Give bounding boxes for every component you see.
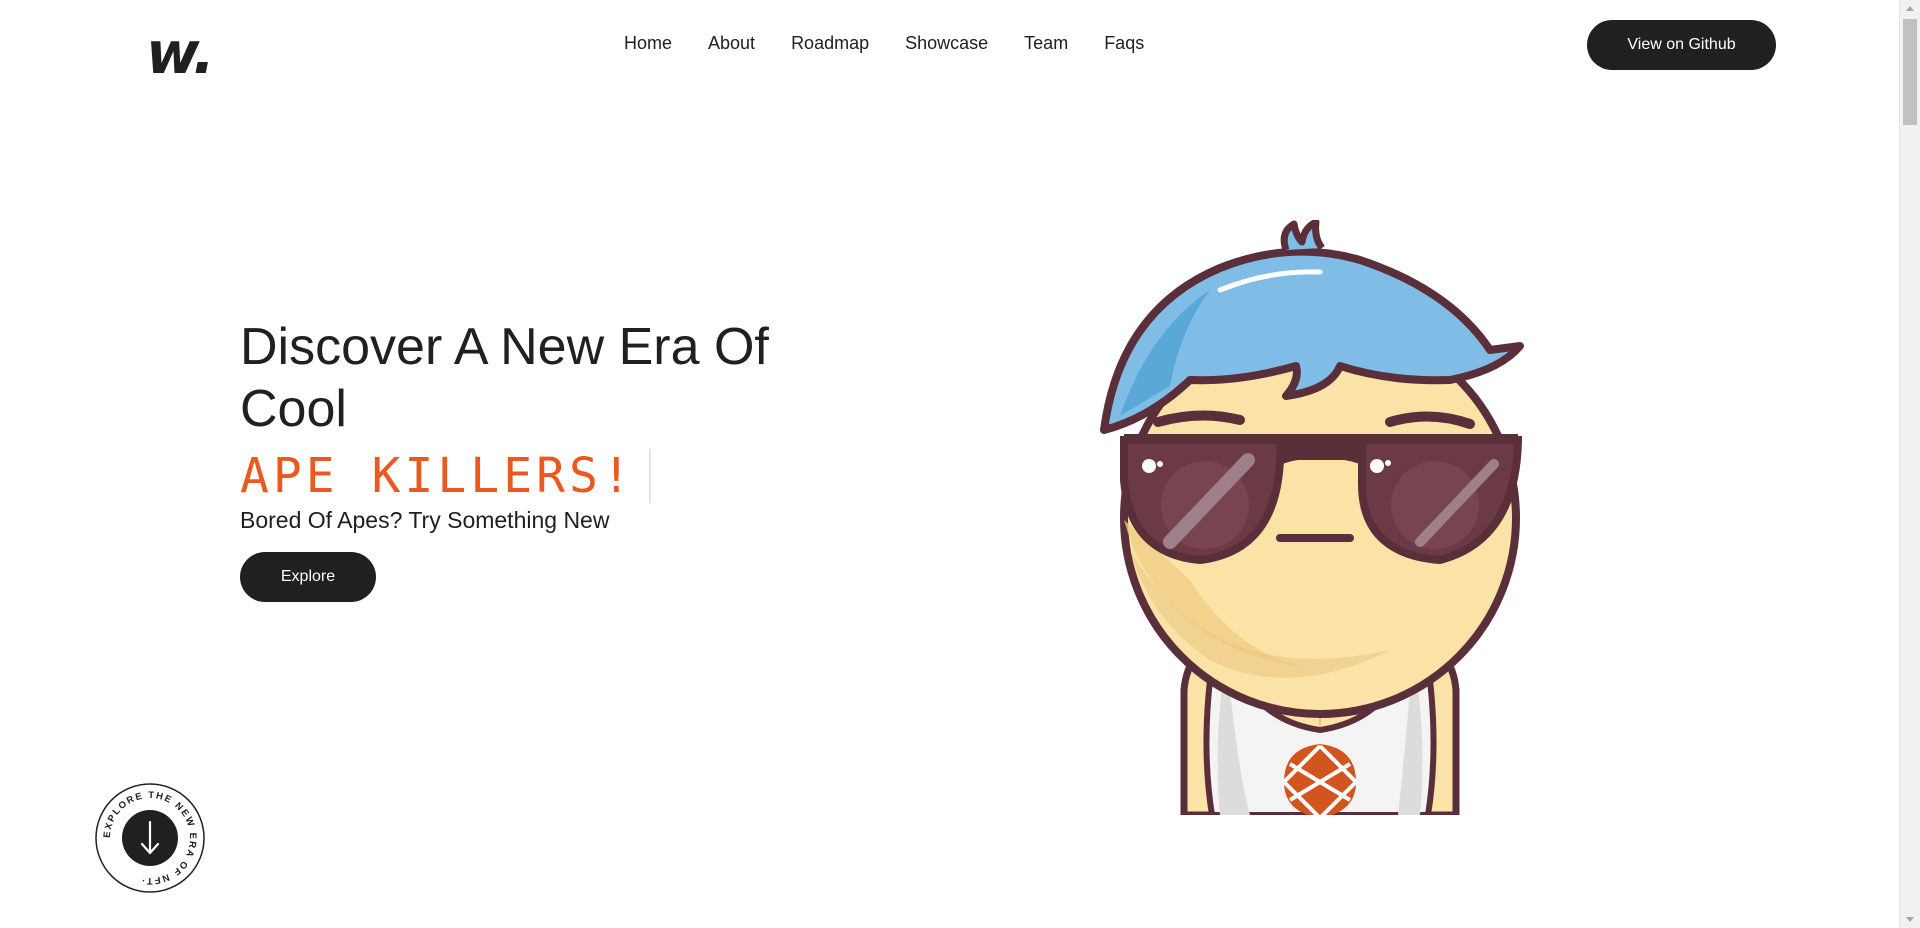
main-nav: Home About Roadmap Showcase Team Faqs bbox=[624, 31, 1144, 55]
scroll-down-arrow-icon[interactable] bbox=[1906, 917, 1914, 922]
typing-caret bbox=[648, 449, 651, 503]
hero-title: Discover A New Era Of Cool bbox=[240, 318, 769, 438]
nav-item-roadmap[interactable]: Roadmap bbox=[791, 31, 869, 55]
explore-button[interactable]: Explore bbox=[240, 552, 376, 602]
scrollbar-thumb[interactable] bbox=[1903, 19, 1917, 125]
nav-item-showcase[interactable]: Showcase bbox=[905, 31, 988, 55]
explore-badge[interactable]: EXPLORE THE NEW ERA OF NFT· bbox=[94, 782, 206, 894]
nav-item-team[interactable]: Team bbox=[1024, 31, 1068, 55]
nav-item-faqs[interactable]: Faqs bbox=[1104, 31, 1144, 55]
view-on-github-button[interactable]: View on Github bbox=[1587, 20, 1776, 70]
page-scrollbar[interactable] bbox=[1899, 0, 1920, 928]
landing-page: w. Home About Roadmap Showcase Team Faqs… bbox=[0, 0, 1920, 928]
scroll-up-arrow-icon[interactable] bbox=[1906, 6, 1914, 11]
nav-item-about[interactable]: About bbox=[708, 31, 755, 55]
typewriter-text: APE KILLERS! bbox=[240, 448, 635, 504]
hero-subtitle: Bored Of Apes? Try Something New bbox=[240, 507, 610, 533]
nft-character-blue-hair-sunglasses-icon bbox=[1100, 220, 1524, 815]
site-logo[interactable]: w. bbox=[146, 24, 215, 82]
nav-item-home[interactable]: Home bbox=[624, 31, 672, 55]
typewriter: APE KILLERS! bbox=[240, 448, 651, 504]
